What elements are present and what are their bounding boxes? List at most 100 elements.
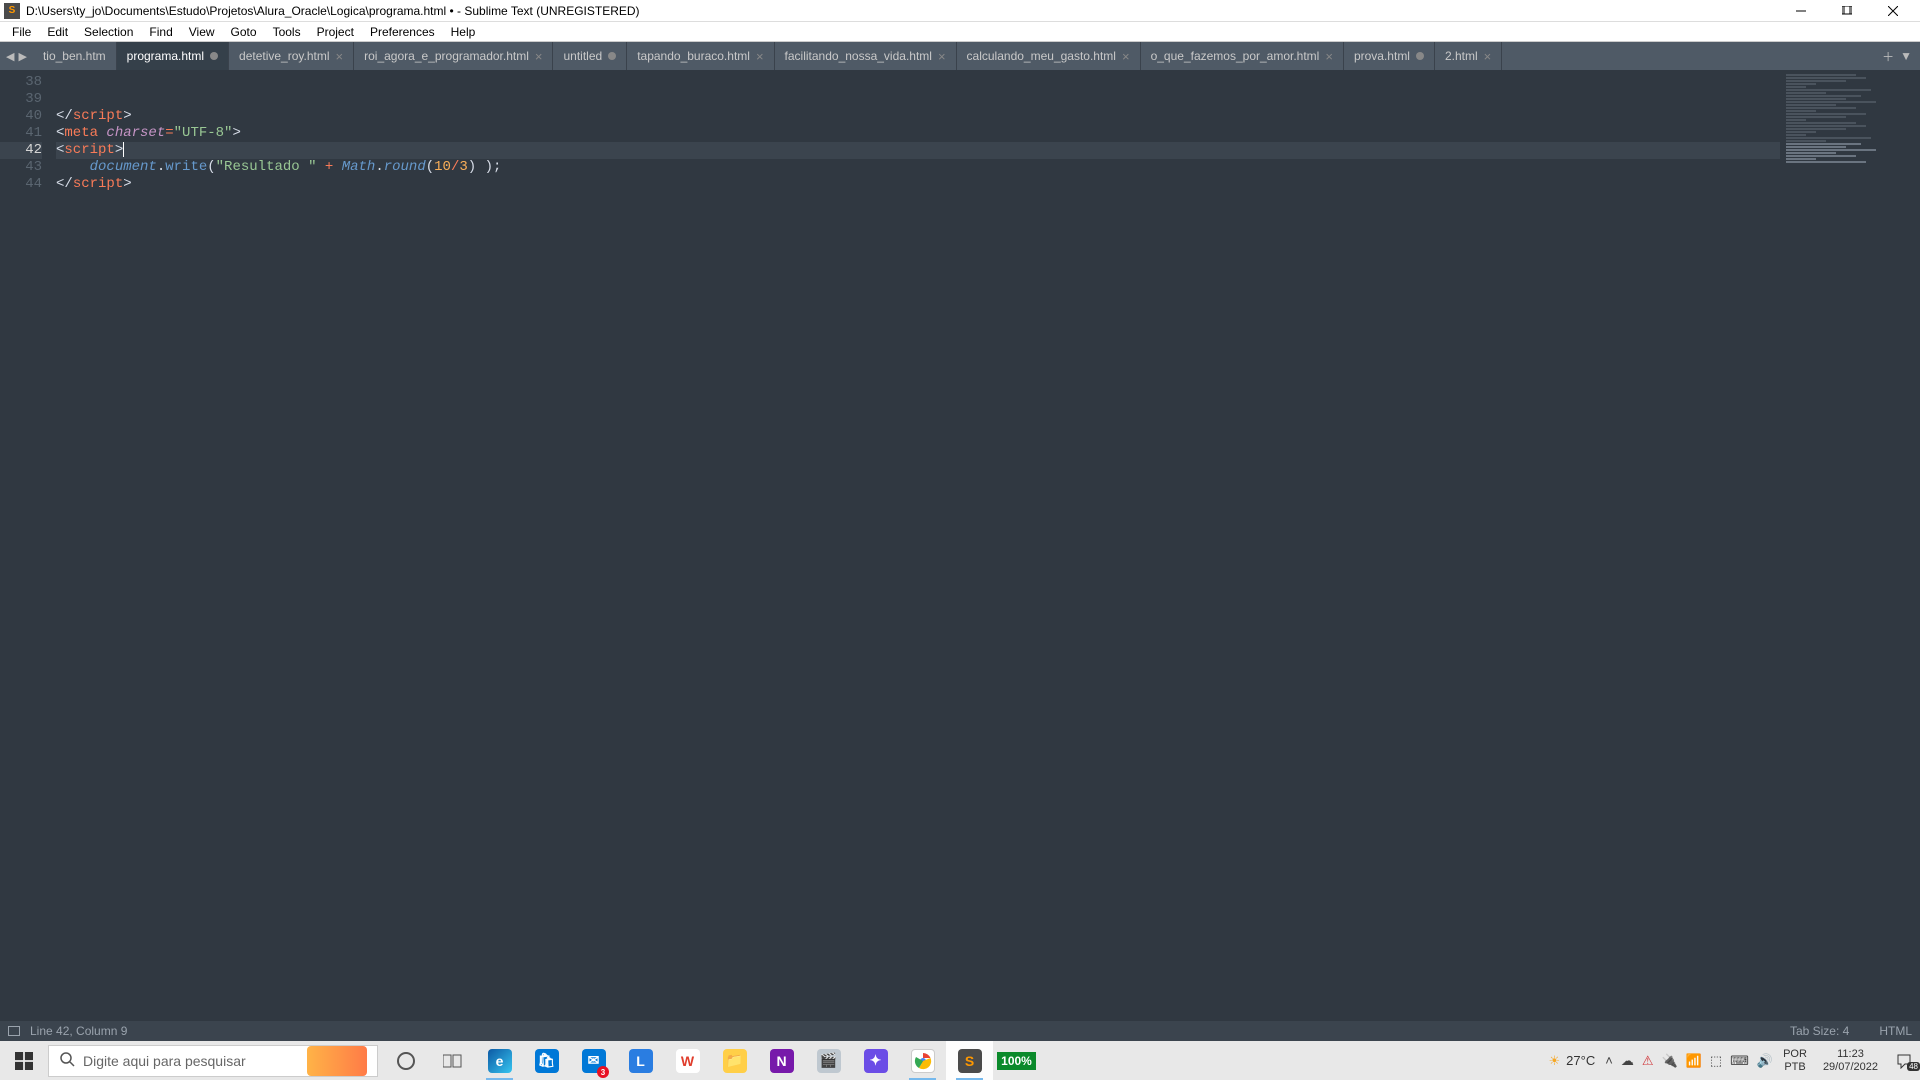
tab-next-icon[interactable]: ▶: [18, 50, 26, 63]
explorer-icon[interactable]: 📁: [711, 1041, 758, 1080]
text-cursor: [123, 142, 124, 157]
tab-label: programa.html: [127, 49, 204, 63]
panel-switch-icon[interactable]: [8, 1026, 20, 1036]
wifi-icon[interactable]: 📶: [1686, 1053, 1702, 1069]
search-icon: [59, 1051, 75, 1070]
line-number: 39: [0, 91, 42, 108]
touchpad-icon[interactable]: ⬚: [1710, 1053, 1722, 1069]
chrome-icon[interactable]: [899, 1041, 946, 1080]
tab-o-que-fazemos-por-amor-html[interactable]: o_que_fazemos_por_amor.html ×: [1141, 42, 1344, 70]
tab-2-html[interactable]: 2.html ×: [1435, 42, 1502, 70]
menu-help[interactable]: Help: [443, 23, 484, 41]
menu-preferences[interactable]: Preferences: [362, 23, 443, 41]
clock[interactable]: 11:23 29/07/2022: [1817, 1048, 1884, 1074]
code-line[interactable]: <script>: [56, 142, 1780, 159]
tab-close-icon[interactable]: ×: [1122, 49, 1130, 64]
tab-programa-html[interactable]: programa.html: [117, 42, 229, 70]
tab-tapando-buraco-html[interactable]: tapando_buraco.html×: [627, 42, 774, 70]
close-button[interactable]: [1870, 0, 1916, 22]
tab-untitled[interactable]: untitled: [553, 42, 627, 70]
wps-icon[interactable]: W: [664, 1041, 711, 1080]
code-line[interactable]: document.write("Resultado " + Math.round…: [56, 159, 1780, 176]
tab-label: calculando_meu_gasto.html: [967, 49, 1116, 63]
onenote-icon[interactable]: N: [758, 1041, 805, 1080]
weather-widget[interactable]: ☀ 27°C: [1549, 1053, 1596, 1069]
weather-icon: ☀: [1549, 1053, 1561, 1069]
tab-prova-html[interactable]: prova.html: [1344, 42, 1435, 70]
tab-label: tio_ben.htm: [43, 49, 106, 63]
code-line[interactable]: <meta charset="UTF-8">: [56, 125, 1780, 142]
tab-calculando-meu-gasto-html[interactable]: calculando_meu_gasto.html ×: [957, 42, 1141, 70]
dirty-indicator-icon: [210, 52, 218, 60]
tab-close-icon[interactable]: ×: [336, 49, 344, 64]
code-line[interactable]: [56, 74, 1780, 91]
video-editor-icon[interactable]: 🎬: [805, 1041, 852, 1080]
minimap[interactable]: [1780, 70, 1920, 1041]
app-l-icon[interactable]: L: [617, 1041, 664, 1080]
tab-close-icon[interactable]: ×: [1325, 49, 1333, 64]
tab-close-icon[interactable]: ×: [535, 49, 543, 64]
language-indicator[interactable]: POR PTB: [1783, 1048, 1807, 1074]
cortana-icon[interactable]: [382, 1041, 429, 1080]
tab-close-icon[interactable]: ×: [756, 49, 764, 64]
cursor-position: Line 42, Column 9: [30, 1024, 127, 1038]
menubar: FileEditSelectionFindViewGotoToolsProjec…: [0, 22, 1920, 42]
power-icon[interactable]: 🔌: [1661, 1053, 1677, 1069]
tab-facilitando-nossa-vida-html[interactable]: facilitando_nossa_vida.html×: [775, 42, 957, 70]
maximize-button[interactable]: [1824, 0, 1870, 22]
line-number: 44: [0, 176, 42, 193]
editor[interactable]: 38394041424344 </script><meta charset="U…: [0, 70, 1920, 1041]
menu-view[interactable]: View: [181, 23, 223, 41]
line-number: 42: [0, 142, 42, 159]
tab-label: detetive_roy.html: [239, 49, 330, 63]
code-line[interactable]: </script>: [56, 176, 1780, 193]
menu-selection[interactable]: Selection: [76, 23, 141, 41]
window-title: D:\Users\ty_jo\Documents\Estudo\Projetos…: [26, 4, 1778, 18]
menu-tools[interactable]: Tools: [265, 23, 309, 41]
notification-icon[interactable]: 48: [1894, 1053, 1914, 1069]
chevron-up-icon[interactable]: ˄: [1605, 1053, 1613, 1068]
search-art-icon: [307, 1046, 367, 1076]
mail-icon[interactable]: ✉3: [570, 1041, 617, 1080]
tab-nav: ◀ ▶: [0, 42, 33, 70]
security-icon[interactable]: ⚠: [1642, 1053, 1654, 1069]
menu-goto[interactable]: Goto: [223, 23, 265, 41]
battery-app-icon[interactable]: 100%: [993, 1041, 1040, 1080]
code-area[interactable]: </script><meta charset="UTF-8"><script> …: [52, 70, 1780, 1041]
new-tab-button[interactable]: ＋: [1882, 48, 1894, 65]
minimize-button[interactable]: [1778, 0, 1824, 22]
volume-icon[interactable]: 🔊: [1757, 1053, 1773, 1069]
tab-dropdown-button[interactable]: ▼: [1900, 49, 1912, 63]
keyboard-icon[interactable]: ⌨: [1730, 1053, 1749, 1069]
syntax-type[interactable]: HTML: [1879, 1024, 1912, 1038]
menu-file[interactable]: File: [4, 23, 39, 41]
tab-label: o_que_fazemos_por_amor.html: [1151, 49, 1320, 63]
window-controls: [1778, 0, 1916, 22]
tab-label: roi_agora_e_programador.html: [364, 49, 529, 63]
menu-edit[interactable]: Edit: [39, 23, 76, 41]
tab-close-icon[interactable]: ×: [1484, 49, 1492, 64]
edge-icon[interactable]: e: [476, 1041, 523, 1080]
tab-roi-agora-e-programador-html[interactable]: roi_agora_e_programador.html ×: [354, 42, 553, 70]
tab-list: tio_ben.htm programa.html detetive_roy.htm…: [33, 42, 1874, 70]
store-icon[interactable]: 🛍: [523, 1041, 570, 1080]
onedrive-icon[interactable]: ☁: [1621, 1053, 1634, 1069]
task-view-icon[interactable]: [429, 1041, 476, 1080]
tab-close-icon[interactable]: ×: [938, 49, 946, 64]
tab-prev-icon[interactable]: ◀: [6, 50, 14, 63]
copilot-icon[interactable]: ✦: [852, 1041, 899, 1080]
tab-label: 2.html: [1445, 49, 1478, 63]
weather-temp: 27°C: [1566, 1053, 1595, 1068]
tab-size[interactable]: Tab Size: 4: [1790, 1024, 1849, 1038]
start-button[interactable]: [0, 1041, 48, 1080]
sublime-icon[interactable]: S: [946, 1041, 993, 1080]
menu-find[interactable]: Find: [141, 23, 180, 41]
dirty-indicator-icon: [608, 52, 616, 60]
menu-project[interactable]: Project: [309, 23, 362, 41]
tab-detetive-roy-html[interactable]: detetive_roy.html ×: [229, 42, 354, 70]
search-box[interactable]: Digite aqui para pesquisar: [48, 1045, 378, 1077]
code-line[interactable]: [56, 91, 1780, 108]
tab-tio-ben-htm[interactable]: tio_ben.htm: [33, 42, 117, 70]
code-line[interactable]: </script>: [56, 108, 1780, 125]
search-placeholder: Digite aqui para pesquisar: [83, 1053, 299, 1069]
